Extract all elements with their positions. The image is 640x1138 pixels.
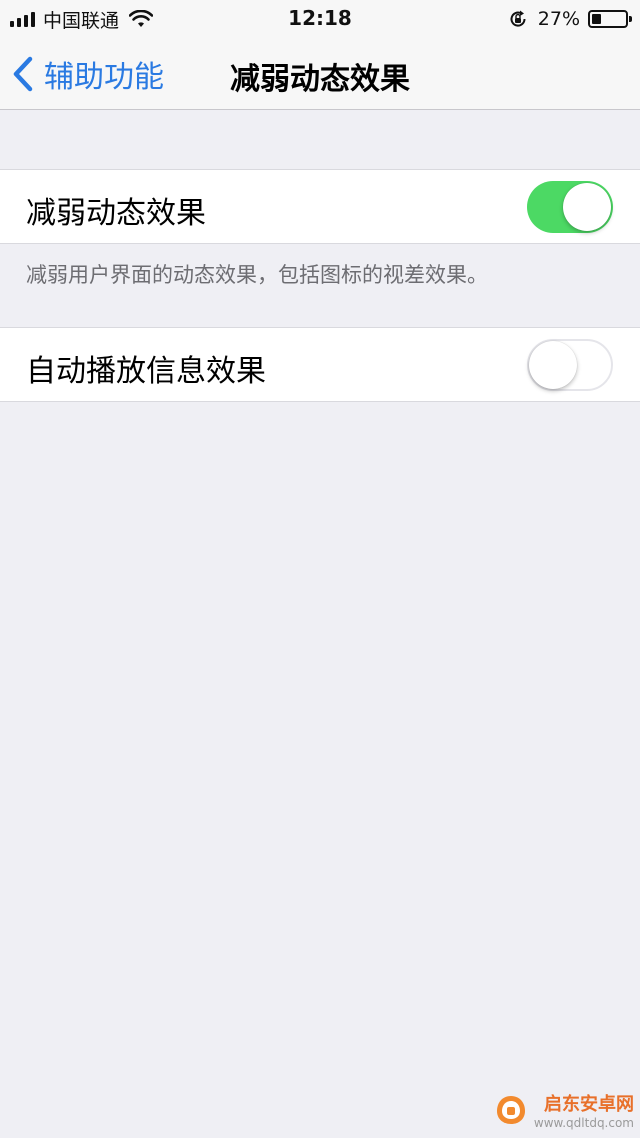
watermark-title: 启东安卓网 — [544, 1094, 634, 1115]
setting-row-reduce-motion: 减弱动态效果 — [0, 169, 640, 244]
reduce-motion-toggle[interactable] — [527, 181, 613, 233]
toggle-knob — [529, 341, 577, 389]
battery-icon — [588, 10, 632, 28]
setting-label: 自动播放信息效果 — [26, 354, 266, 389]
battery-cap — [629, 16, 632, 22]
toggle-knob — [563, 183, 611, 231]
section-footnote: 减弱用户界面的动态效果，包括图标的视差效果。 — [26, 263, 488, 287]
setting-row-auto-play-message-effects: 自动播放信息效果 — [0, 327, 640, 402]
page-title: 减弱动态效果 — [230, 62, 410, 97]
battery-percent: 27% — [537, 8, 580, 30]
status-bar: 中国联通 12:18 27% — [0, 0, 640, 40]
watermark-logo — [496, 1096, 525, 1124]
watermark-text: 启东安卓网 www.qdltdq.com — [534, 1090, 634, 1130]
watermark: 启东安卓网 www.qdltdq.com — [494, 1090, 634, 1130]
navigation-bar: 辅助功能 减弱动态效果 — [0, 40, 640, 110]
battery-fill — [592, 14, 601, 24]
setting-label: 减弱动态效果 — [26, 196, 206, 231]
watermark-url: www.qdltdq.com — [533, 1116, 634, 1130]
rotation-lock-icon — [510, 10, 526, 27]
auto-play-message-effects-toggle[interactable] — [527, 339, 613, 391]
status-right: 27% — [508, 6, 632, 32]
